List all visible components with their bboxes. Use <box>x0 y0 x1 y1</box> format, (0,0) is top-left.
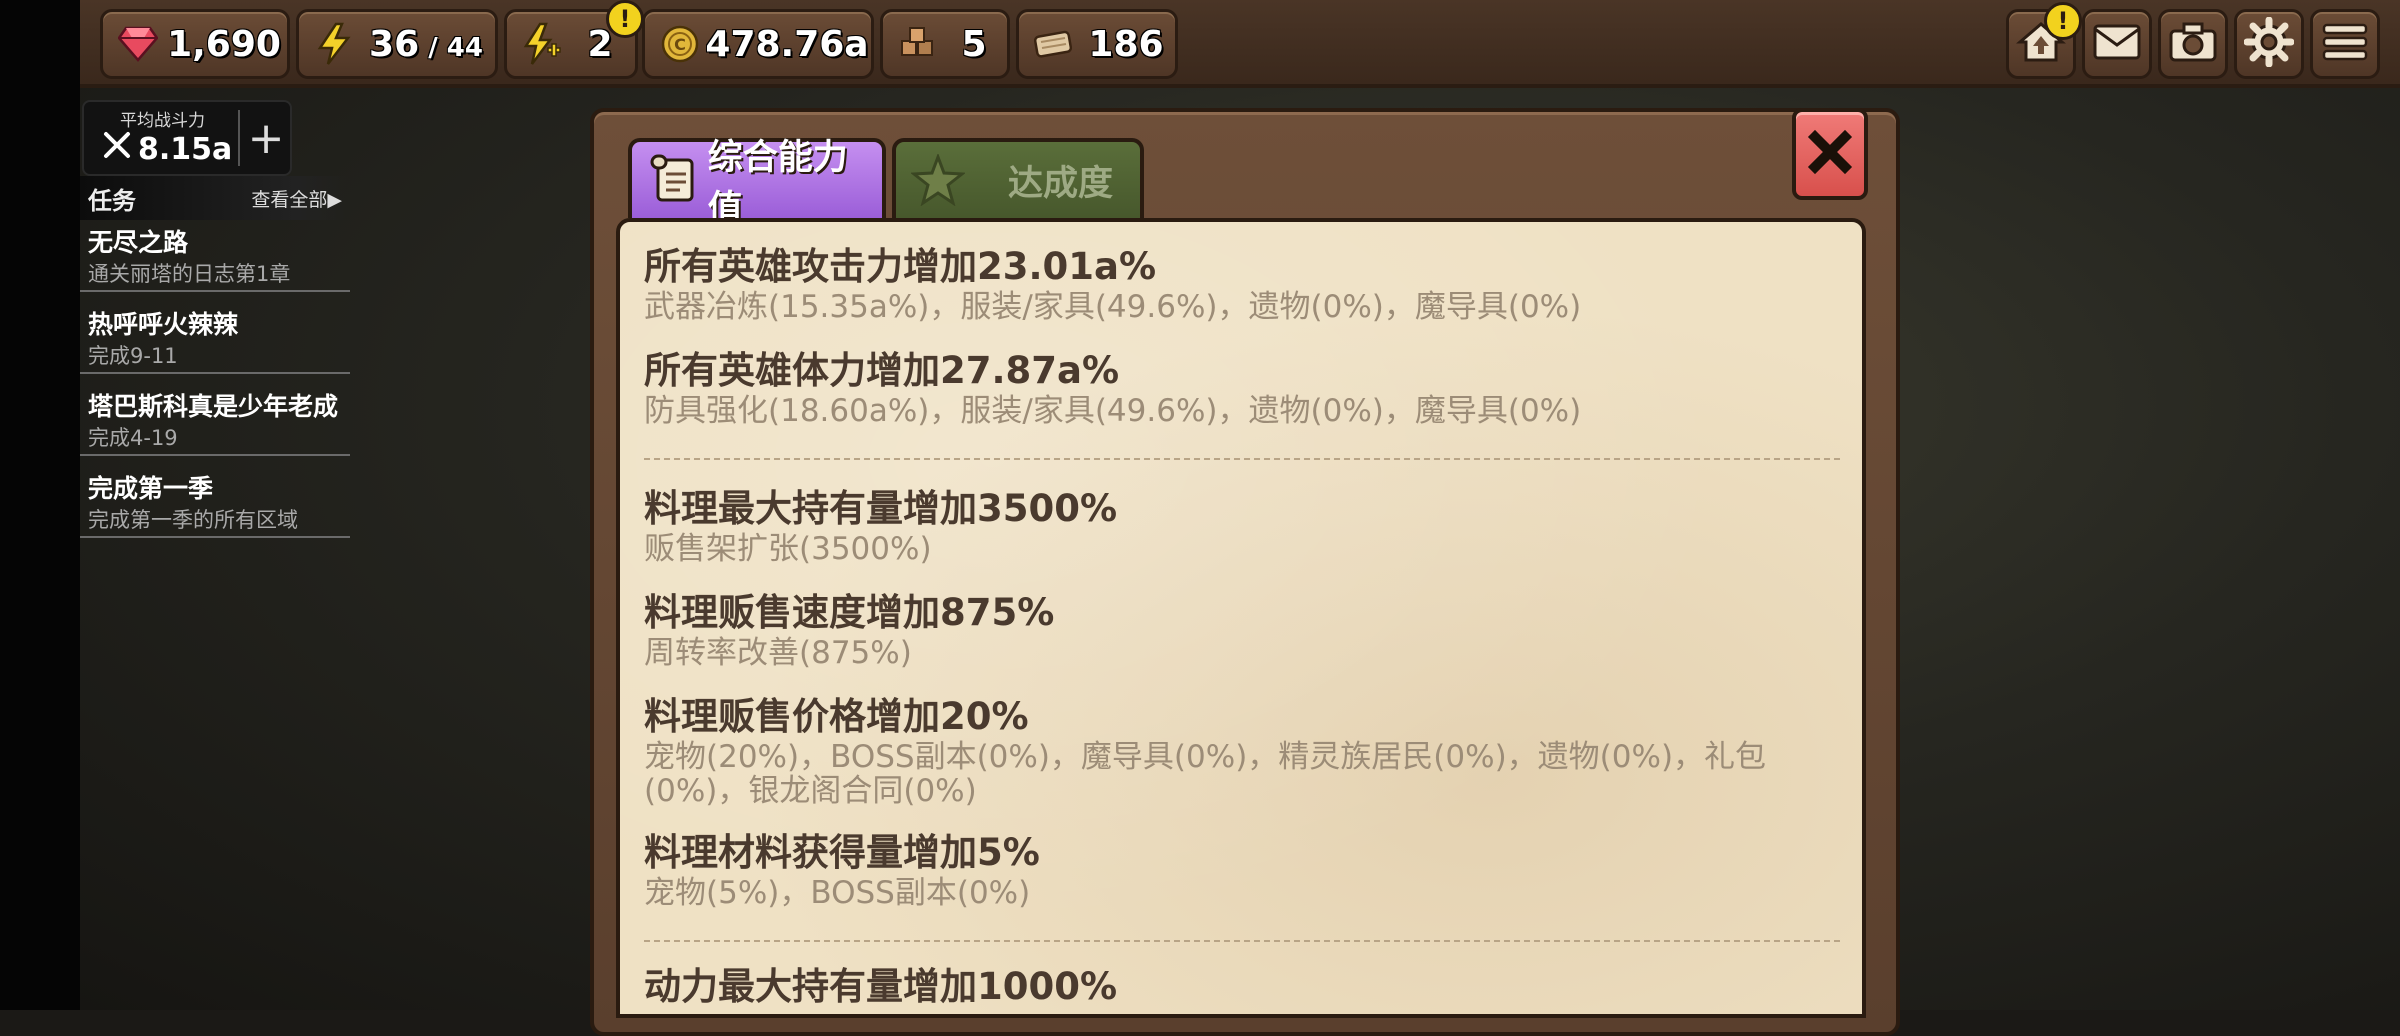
section-divider <box>644 940 1840 942</box>
combat-power-value: 8.15a <box>138 131 233 167</box>
swords-icon <box>102 130 132 168</box>
settings-icon <box>2243 16 2295 71</box>
stat-entry: 料理材料获得量增加5% 宠物(5%)，BOSS副本(0%) <box>644 830 1834 910</box>
scroll-icon <box>644 150 704 210</box>
home-alert-badge: ! <box>2044 2 2082 40</box>
quest-desc: 完成第一季的所有区域 <box>88 508 298 532</box>
stat-entry: 料理最大持有量增加3500% 贩售架扩张(3500%) <box>644 486 1834 566</box>
mail-button[interactable] <box>2082 9 2152 79</box>
quest-item[interactable]: 完成第一季 完成第一季的所有区域 <box>80 466 350 538</box>
quest-title: 任务 <box>88 186 136 215</box>
quest-panel: 任务 查看全部▶ 无尽之路 通关丽塔的日志第1章 热呼呼火辣辣 完成9-11 塔… <box>80 176 350 538</box>
blocks-icon <box>895 21 941 67</box>
wood-icon <box>1031 21 1077 67</box>
gold-counter[interactable]: C 478.76a <box>642 9 874 79</box>
combat-power-label: 平均战斗力 <box>120 111 205 131</box>
left-black-edge <box>0 0 80 1010</box>
stat-title: 动力最大持有量增加1000% <box>644 965 1118 1008</box>
quest-header: 任务 查看全部▶ <box>80 176 350 220</box>
wood-counter[interactable]: 186 <box>1016 9 1178 79</box>
stat-entry: 动力最大持有量增加1000% <box>644 964 1834 1010</box>
view-all-link[interactable]: 查看全部▶ <box>251 185 342 212</box>
stat-title: 料理贩售速度增加875% <box>644 591 1055 634</box>
close-button[interactable] <box>1792 108 1868 200</box>
stat-title: 所有英雄攻击力增加23.01a% <box>644 245 1157 288</box>
gold-value: 478.76a <box>705 23 869 65</box>
quest-name: 无尽之路 <box>88 228 189 257</box>
section-divider <box>644 458 1840 460</box>
lightning-icon <box>311 21 357 67</box>
tab-overall-stats-label: 综合能力值 <box>707 138 848 229</box>
energy-counter[interactable]: 36 / 44 <box>296 9 498 79</box>
stat-title: 料理材料获得量增加5% <box>644 831 1040 874</box>
boost-alert-badge: ! <box>606 0 644 38</box>
quest-desc: 通关丽塔的日志第1章 <box>88 262 291 286</box>
plus-icon[interactable]: + <box>244 110 288 166</box>
settings-button[interactable] <box>2234 9 2304 79</box>
stat-title: 料理最大持有量增加3500% <box>644 487 1118 530</box>
stat-detail: 周转率改善(875%) <box>644 635 912 671</box>
gems-counter[interactable]: 1,690 <box>100 9 290 79</box>
stat-detail: 宠物(5%)，BOSS副本(0%) <box>644 875 1031 911</box>
quest-name: 塔巴斯科真是少年老成 <box>88 392 339 421</box>
camera-button[interactable] <box>2158 9 2228 79</box>
star-icon <box>908 150 968 210</box>
stat-title: 所有英雄体力增加27.87a% <box>644 349 1120 392</box>
blocks-counter[interactable]: 5 <box>880 9 1010 79</box>
menu-icon <box>2321 22 2369 66</box>
mail-icon <box>2092 23 2142 65</box>
stat-detail: 宠物(20%)，BOSS副本(0%)，魔导具(0%)，精灵族居民(0%)，遗物(… <box>644 739 1767 809</box>
blocks-value: 5 <box>961 23 987 65</box>
coin-icon: C <box>657 21 703 67</box>
stat-title: 料理贩售价格增加20% <box>644 695 1029 738</box>
quest-item[interactable]: 塔巴斯科真是少年老成 完成4-19 <box>80 384 350 456</box>
gems-value: 1,690 <box>167 23 281 65</box>
combat-power-divider <box>238 110 240 166</box>
svg-text:C: C <box>674 35 686 54</box>
stat-detail: 防具强化(18.60a%)，服装/家具(49.6%)，遗物(0%)，魔导具(0%… <box>644 393 1582 429</box>
stat-entry: 料理贩售速度增加875% 周转率改善(875%) <box>644 590 1834 670</box>
stat-entry: 料理贩售价格增加20% 宠物(20%)，BOSS副本(0%)，魔导具(0%)，精… <box>644 694 1834 808</box>
quest-name: 热呼呼火辣辣 <box>88 310 239 339</box>
stats-list: 所有英雄攻击力增加23.01a% 武器冶炼(15.35a%)，服装/家具(49.… <box>616 218 1866 1018</box>
close-icon <box>1805 127 1855 181</box>
energy-value: 36 / 44 <box>369 23 483 65</box>
ruby-icon <box>115 21 161 67</box>
quest-desc: 完成9-11 <box>88 344 178 368</box>
boost-icon <box>519 21 565 67</box>
tab-achievement-label: 达成度 <box>1008 163 1114 204</box>
wood-value: 186 <box>1088 23 1164 65</box>
quest-item[interactable]: 热呼呼火辣辣 完成9-11 <box>80 302 350 374</box>
stat-detail: 武器冶炼(15.35a%)，服装/家具(49.6%)，遗物(0%)，魔导具(0%… <box>644 289 1582 325</box>
average-combat-power: 平均战斗力 8.15a + <box>82 100 292 176</box>
tab-overall-stats[interactable]: 综合能力值 <box>628 138 886 229</box>
stat-entry: 所有英雄体力增加27.87a% 防具强化(18.60a%)，服装/家具(49.6… <box>644 348 1834 428</box>
combat-power-row: 8.15a <box>102 130 232 168</box>
tab-achievement[interactable]: 达成度 <box>892 138 1144 218</box>
menu-button[interactable] <box>2310 9 2380 79</box>
quest-item[interactable]: 无尽之路 通关丽塔的日志第1章 <box>80 220 350 292</box>
camera-icon <box>2168 21 2218 67</box>
quest-name: 完成第一季 <box>88 474 214 503</box>
quest-desc: 完成4-19 <box>88 426 178 450</box>
stat-detail: 贩售架扩张(3500%) <box>644 531 932 567</box>
stat-entry: 所有英雄攻击力增加23.01a% 武器冶炼(15.35a%)，服装/家具(49.… <box>644 244 1834 324</box>
